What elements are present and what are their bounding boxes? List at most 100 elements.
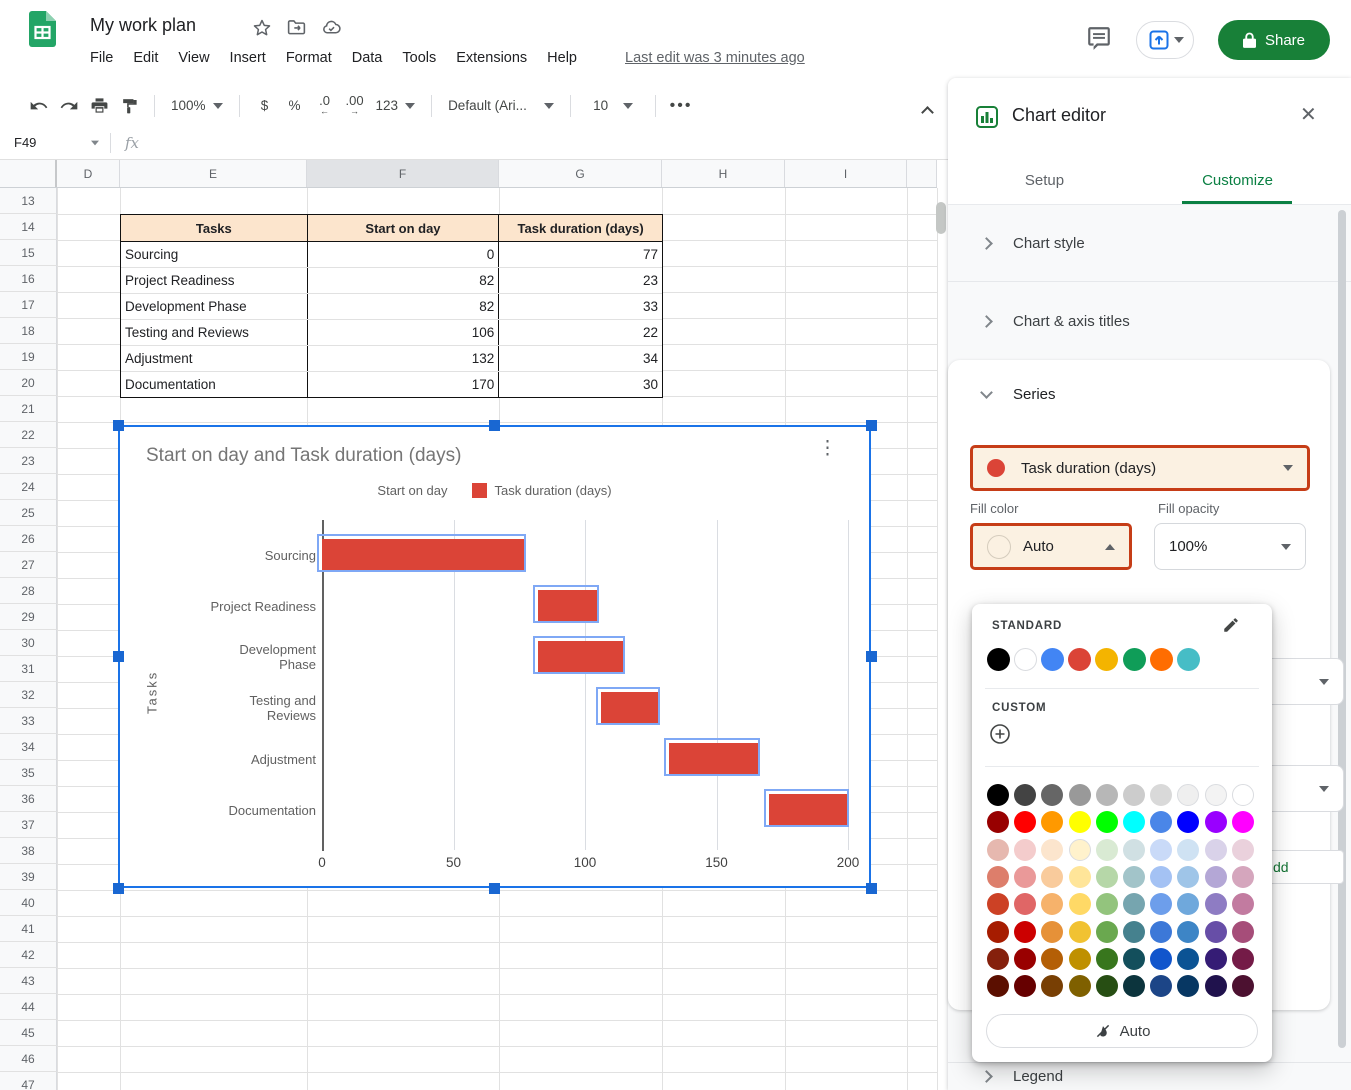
palette-color-swatch[interactable] (1123, 921, 1145, 943)
palette-color-swatch[interactable] (1041, 921, 1063, 943)
row-header-33[interactable]: 33 (0, 708, 57, 734)
series-select-dropdown[interactable]: Task duration (days) (970, 445, 1310, 491)
row-header-23[interactable]: 23 (0, 448, 57, 474)
star-icon[interactable] (252, 18, 272, 43)
undo-button[interactable] (24, 91, 54, 121)
table-task-cell[interactable]: Sourcing (121, 242, 308, 267)
palette-color-swatch[interactable] (1123, 839, 1145, 861)
palette-color-swatch[interactable] (1041, 893, 1063, 915)
palette-color-swatch[interactable] (987, 921, 1009, 943)
paint-format-button[interactable] (114, 91, 144, 121)
palette-color-swatch[interactable] (1069, 839, 1091, 861)
column-header-F[interactable]: F (307, 160, 499, 187)
table-value-cell[interactable]: 82 (308, 268, 500, 293)
row-header-34[interactable]: 34 (0, 734, 57, 760)
table-task-cell[interactable]: Adjustment (121, 346, 308, 371)
row-header-22[interactable]: 22 (0, 422, 57, 448)
sheet-vertical-scrollbar[interactable] (936, 202, 946, 234)
palette-color-swatch[interactable] (1123, 948, 1145, 970)
menu-file[interactable]: File (90, 50, 113, 66)
row-header-28[interactable]: 28 (0, 578, 57, 604)
palette-color-swatch[interactable] (1096, 975, 1118, 997)
palette-color-swatch[interactable] (1150, 921, 1172, 943)
palette-color-swatch[interactable] (1232, 921, 1254, 943)
table-value-cell[interactable]: 170 (308, 372, 500, 397)
tab-setup[interactable]: Setup (948, 156, 1141, 204)
standard-color-swatch[interactable] (987, 648, 1010, 671)
palette-color-swatch[interactable] (1205, 784, 1227, 806)
last-edit-link[interactable]: Last edit was 3 minutes ago (625, 50, 805, 66)
palette-color-swatch[interactable] (1041, 839, 1063, 861)
palette-color-swatch[interactable] (1177, 948, 1199, 970)
row-header-47[interactable]: 47 (0, 1072, 57, 1090)
palette-color-swatch[interactable] (1096, 811, 1118, 833)
table-value-cell[interactable]: 33 (499, 294, 662, 319)
row-header-27[interactable]: 27 (0, 552, 57, 578)
font-size-select[interactable]: 10 (581, 98, 645, 113)
decrease-decimal-button[interactable]: .0← (310, 95, 340, 117)
palette-color-swatch[interactable] (1041, 811, 1063, 833)
menu-help[interactable]: Help (547, 50, 577, 66)
table-value-cell[interactable]: 106 (308, 320, 500, 345)
column-header-H[interactable]: H (662, 160, 785, 187)
column-header-G[interactable]: G (499, 160, 662, 187)
present-dropdown-caret[interactable] (1174, 37, 1184, 43)
row-header-18[interactable]: 18 (0, 318, 57, 344)
standard-color-swatch[interactable] (1041, 648, 1064, 671)
tab-customize[interactable]: Customize (1141, 156, 1334, 204)
palette-color-swatch[interactable] (1232, 948, 1254, 970)
chart-resize-handle[interactable] (113, 883, 124, 894)
table-value-cell[interactable]: 22 (499, 320, 662, 345)
palette-color-swatch[interactable] (1096, 839, 1118, 861)
format-percent-button[interactable]: % (280, 91, 310, 121)
number-format-menu[interactable]: 123 (370, 98, 422, 113)
standard-color-swatch[interactable] (1123, 648, 1146, 671)
palette-color-swatch[interactable] (1177, 839, 1199, 861)
palette-color-swatch[interactable] (1096, 784, 1118, 806)
palette-color-swatch[interactable] (1232, 811, 1254, 833)
palette-color-swatch[interactable] (987, 866, 1009, 888)
row-header-32[interactable]: 32 (0, 682, 57, 708)
palette-color-swatch[interactable] (1177, 784, 1199, 806)
share-button[interactable]: Share (1218, 20, 1330, 60)
table-value-cell[interactable]: 132 (308, 346, 500, 371)
standard-color-swatch[interactable] (1014, 648, 1037, 671)
auto-color-button[interactable]: Auto (986, 1014, 1258, 1048)
palette-color-swatch[interactable] (1205, 975, 1227, 997)
menu-tools[interactable]: Tools (402, 50, 436, 66)
palette-color-swatch[interactable] (1177, 893, 1199, 915)
palette-color-swatch[interactable] (1232, 975, 1254, 997)
font-select[interactable]: Default (Ari... (442, 98, 560, 113)
palette-color-swatch[interactable] (1069, 784, 1091, 806)
menu-view[interactable]: View (178, 50, 209, 66)
standard-color-swatch[interactable] (1068, 648, 1091, 671)
row-header-14[interactable]: 14 (0, 214, 57, 240)
section-chart-axis-titles[interactable]: Chart & axis titles (948, 283, 1351, 360)
row-header-17[interactable]: 17 (0, 292, 57, 318)
chart-resize-handle[interactable] (866, 420, 877, 431)
task-data-table[interactable]: TasksStart on dayTask duration (days)Sou… (120, 214, 663, 398)
palette-color-swatch[interactable] (1014, 921, 1036, 943)
palette-color-swatch[interactable] (1205, 839, 1227, 861)
palette-color-swatch[interactable] (1205, 866, 1227, 888)
zoom-select[interactable]: 100% (165, 98, 229, 113)
table-header-cell[interactable]: Start on day (308, 215, 500, 241)
move-folder-icon[interactable] (286, 17, 307, 43)
row-header-25[interactable]: 25 (0, 500, 57, 526)
palette-color-swatch[interactable] (987, 975, 1009, 997)
row-header-30[interactable]: 30 (0, 630, 57, 656)
palette-color-swatch[interactable] (1232, 866, 1254, 888)
select-all-corner[interactable] (0, 160, 57, 187)
document-title[interactable]: My work plan (90, 15, 196, 36)
comments-icon[interactable] (1086, 25, 1112, 56)
edit-pencil-icon[interactable] (1222, 616, 1240, 639)
chart-resize-handle[interactable] (113, 420, 124, 431)
palette-color-swatch[interactable] (987, 948, 1009, 970)
palette-color-swatch[interactable] (1123, 866, 1145, 888)
chart-more-options-icon[interactable]: ⋮ (818, 437, 837, 460)
palette-color-swatch[interactable] (1096, 948, 1118, 970)
palette-color-swatch[interactable] (1014, 784, 1036, 806)
gantt-chart[interactable]: Start on day and Task duration (days) ⋮ … (118, 425, 871, 888)
palette-color-swatch[interactable] (1096, 866, 1118, 888)
column-header-partial[interactable] (907, 160, 937, 187)
